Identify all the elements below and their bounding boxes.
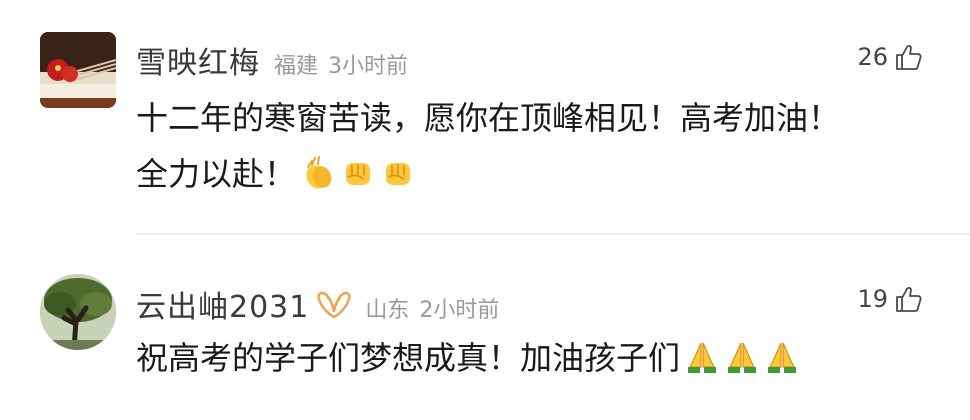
timestamp: 2小时前 [419,298,500,323]
username[interactable]: 雪映红梅 [136,38,260,82]
folded-hands-icon [688,342,717,373]
vip-badge-icon [317,291,351,319]
comment-divider [136,233,970,235]
comment-text-line: 十二年的寒窗苦读，愿你在顶峰相见！高考加油！ [136,99,841,137]
location-label: 山东 [365,298,410,323]
comment-item [0,236,970,420]
raised-fist-icon [346,163,371,185]
comment-text: 祝高考的学子们梦想成真！加油孩子们 [136,330,936,386]
comment-text-line: 全力以赴！ [136,146,936,202]
thumbs-up-icon [896,287,922,312]
like-button[interactable]: 19 [857,284,924,314]
timestamp: 3小时前 [328,54,409,79]
username[interactable]: 云出岫2031 [136,282,309,326]
comment-text-segment: 全力以赴！ [136,155,297,193]
like-count: 26 [857,43,888,71]
comment-item: 雪映红梅 福建 3小时前 26 十二年的寒窗苦读，愿你在顶峰相见！高考加油！ 全… [0,0,970,232]
location-label: 福建 [274,54,319,79]
avatar[interactable] [40,32,116,108]
raised-fist-icon [386,163,411,185]
comment-text-segment: 祝高考的学子们梦想成真！加油孩子们 [136,339,681,377]
like-button[interactable]: 26 [857,42,924,72]
like-count: 19 [857,285,888,313]
folded-hands-icon [728,342,757,373]
comment-header: 雪映红梅 福建 3小时前 [136,38,408,82]
folded-hands-icon [768,342,797,373]
clapping-hands-icon [306,156,332,189]
comment-header: 云出岫2031 山东 2小时前 [136,282,499,326]
avatar[interactable] [40,274,116,350]
comment-text: 十二年的寒窗苦读，愿你在顶峰相见！高考加油！ 全力以赴！ [136,90,936,202]
thumbs-up-icon [896,45,922,70]
